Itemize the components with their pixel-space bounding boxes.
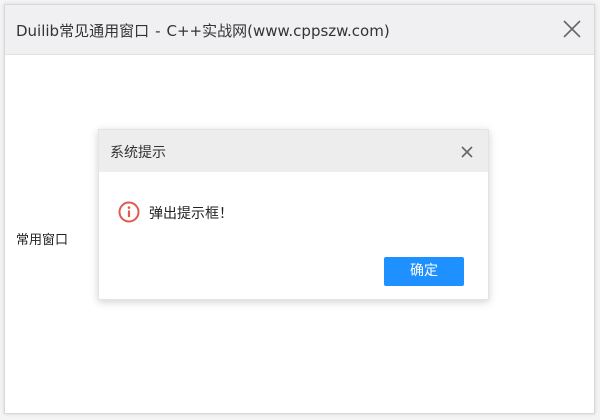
content-label: 常用窗口 bbox=[16, 233, 69, 248]
dialog-close-button[interactable] bbox=[460, 144, 474, 158]
ok-button[interactable]: 确定 bbox=[384, 257, 464, 286]
dialog-title: 系统提示 bbox=[110, 145, 166, 161]
dialog-header[interactable]: 系统提示 bbox=[99, 130, 488, 172]
info-circle-icon bbox=[118, 201, 140, 223]
window-subtitle: C++实战网(www.cppszw.com) bbox=[166, 22, 390, 40]
close-icon bbox=[563, 20, 581, 38]
message-dialog: 系统提示 弹出提示框！ 确定 bbox=[98, 129, 489, 300]
window-app-name: Duilib常见通用窗口 bbox=[16, 22, 150, 40]
window-title: Duilib常见通用窗口 - C++实战网(www.cppszw.com) bbox=[16, 20, 390, 41]
window-titlebar[interactable]: Duilib常见通用窗口 - C++实战网(www.cppszw.com) bbox=[5, 5, 594, 55]
title-separator: - bbox=[155, 22, 161, 40]
window-close-button[interactable] bbox=[560, 17, 584, 41]
dialog-message: 弹出提示框！ bbox=[149, 206, 233, 222]
close-icon bbox=[461, 146, 473, 158]
